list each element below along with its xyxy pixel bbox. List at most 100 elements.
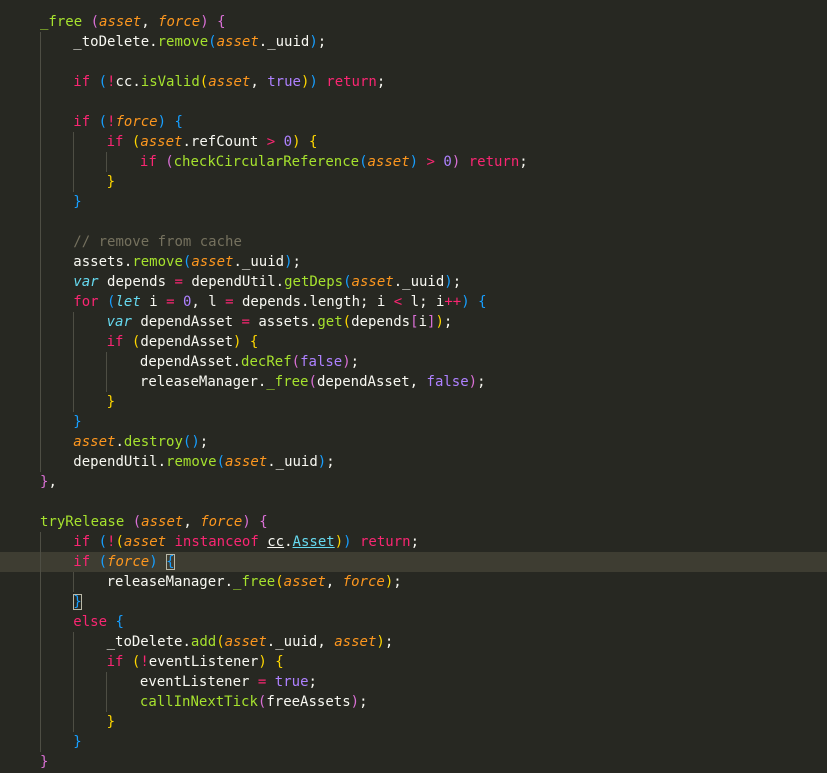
- indent-guide: [40, 632, 41, 652]
- code-token: _uuid: [402, 274, 445, 290]
- code-line[interactable]: }: [0, 392, 827, 412]
- code-token: _free: [266, 374, 309, 390]
- code-line[interactable]: releaseManager._free(dependAsset, false)…: [0, 372, 827, 392]
- code-line[interactable]: tryRelease (asset, force) {: [0, 512, 827, 532]
- code-line[interactable]: }: [0, 712, 827, 732]
- code-token: i: [418, 314, 427, 330]
- code-token: .: [232, 354, 242, 370]
- code-line[interactable]: [0, 52, 827, 72]
- code-line[interactable]: [0, 212, 827, 232]
- code-line[interactable]: if (!cc.isValid(asset, true)) return;: [0, 72, 827, 92]
- code-token: if: [139, 154, 157, 170]
- code-token: if: [73, 74, 91, 90]
- code-editor[interactable]: _free (asset, force) {_toDelete.remove(a…: [0, 0, 827, 773]
- code-line-content: // remove from cache: [73, 232, 242, 252]
- code-line[interactable]: }: [0, 732, 827, 752]
- code-token: ): [200, 14, 209, 30]
- code-token: .: [224, 574, 234, 590]
- code-line-active[interactable]: if (force) {: [0, 552, 827, 572]
- code-token: {: [308, 134, 318, 150]
- code-token: refCount: [190, 134, 259, 150]
- code-token: ,: [409, 374, 427, 390]
- code-line[interactable]: asset.destroy();: [0, 432, 827, 452]
- code-line-content: callInNextTick(freeAssets);: [140, 692, 368, 712]
- code-line[interactable]: var dependAsset = assets.get(depends[i])…: [0, 312, 827, 332]
- code-token: =: [225, 294, 234, 310]
- code-token: dependUtil: [191, 274, 276, 290]
- code-line-content: eventListener = true;: [140, 672, 317, 692]
- code-line[interactable]: if (asset.refCount > 0) {: [0, 132, 827, 152]
- code-token: }: [40, 754, 49, 770]
- code-token: {: [259, 514, 268, 530]
- code-line[interactable]: }: [0, 412, 827, 432]
- code-line[interactable]: releaseManager._free(asset, force);: [0, 572, 827, 592]
- indent-guide: [40, 372, 41, 392]
- code-token: if: [106, 334, 124, 350]
- code-token: asset: [351, 274, 394, 290]
- code-token: asset: [216, 34, 259, 50]
- indent-guide: [40, 532, 41, 552]
- code-token: return: [326, 74, 377, 90]
- code-token: ;: [292, 254, 301, 270]
- code-line[interactable]: dependAsset.decRef(false);: [0, 352, 827, 372]
- code-token: (: [98, 534, 108, 550]
- code-line[interactable]: if (!force) {: [0, 112, 827, 132]
- code-token: (: [98, 554, 108, 570]
- indent-guide: [40, 692, 41, 712]
- code-line[interactable]: }: [0, 172, 827, 192]
- code-line[interactable]: for (let i = 0, l = depends.length; i < …: [0, 292, 827, 312]
- code-line[interactable]: }: [0, 752, 827, 772]
- code-line-content: _free (asset, force) {: [40, 12, 226, 32]
- code-line[interactable]: if (!eventListener) {: [0, 652, 827, 672]
- code-token: .: [149, 34, 158, 50]
- code-line[interactable]: var depends = dependUtil.getDeps(asset._…: [0, 272, 827, 292]
- code-token: (: [216, 634, 225, 650]
- code-line[interactable]: // remove from cache: [0, 232, 827, 252]
- code-token: tryRelease: [40, 514, 125, 530]
- code-token: force: [115, 114, 158, 130]
- code-token: length: [309, 294, 361, 310]
- code-line[interactable]: dependUtil.remove(asset._uuid);: [0, 452, 827, 472]
- code-line[interactable]: [0, 92, 827, 112]
- code-line[interactable]: eventListener = true;: [0, 672, 827, 692]
- code-token: ): [284, 254, 293, 270]
- code-line[interactable]: assets.remove(asset._uuid);: [0, 252, 827, 272]
- code-line[interactable]: }: [0, 592, 827, 612]
- indent-guide: [40, 712, 41, 732]
- code-token: ;: [519, 154, 528, 170]
- code-line[interactable]: _toDelete.add(asset._uuid, asset);: [0, 632, 827, 652]
- code-token: }: [73, 594, 82, 610]
- code-token: releaseManager: [106, 574, 225, 590]
- code-token: (: [90, 14, 100, 30]
- code-token: ): [242, 514, 251, 530]
- code-line[interactable]: callInNextTick(freeAssets);: [0, 692, 827, 712]
- code-token: ;: [376, 74, 386, 90]
- code-line[interactable]: if (checkCircularReference(asset) > 0) r…: [0, 152, 827, 172]
- code-token: .: [393, 274, 403, 290]
- indent-guide: [40, 412, 41, 432]
- code-token: >: [266, 134, 276, 150]
- code-line[interactable]: }: [0, 192, 827, 212]
- code-line[interactable]: _free (asset, force) {: [0, 12, 827, 32]
- code-line[interactable]: if (dependAsset) {: [0, 332, 827, 352]
- code-token: ): [317, 454, 327, 470]
- code-token: dependAsset: [140, 314, 234, 330]
- code-line[interactable]: if (!(asset instanceof cc.Asset)) return…: [0, 532, 827, 552]
- code-token: force: [200, 514, 243, 530]
- code-token: add: [190, 634, 217, 650]
- code-line[interactable]: },: [0, 472, 827, 492]
- code-line[interactable]: _toDelete.remove(asset._uuid);: [0, 32, 827, 52]
- code-line[interactable]: [0, 492, 827, 512]
- code-token: var: [73, 274, 99, 290]
- code-token: .: [157, 454, 167, 470]
- code-token: Asset: [292, 534, 335, 550]
- code-line[interactable]: else {: [0, 612, 827, 632]
- code-token: {: [217, 14, 226, 30]
